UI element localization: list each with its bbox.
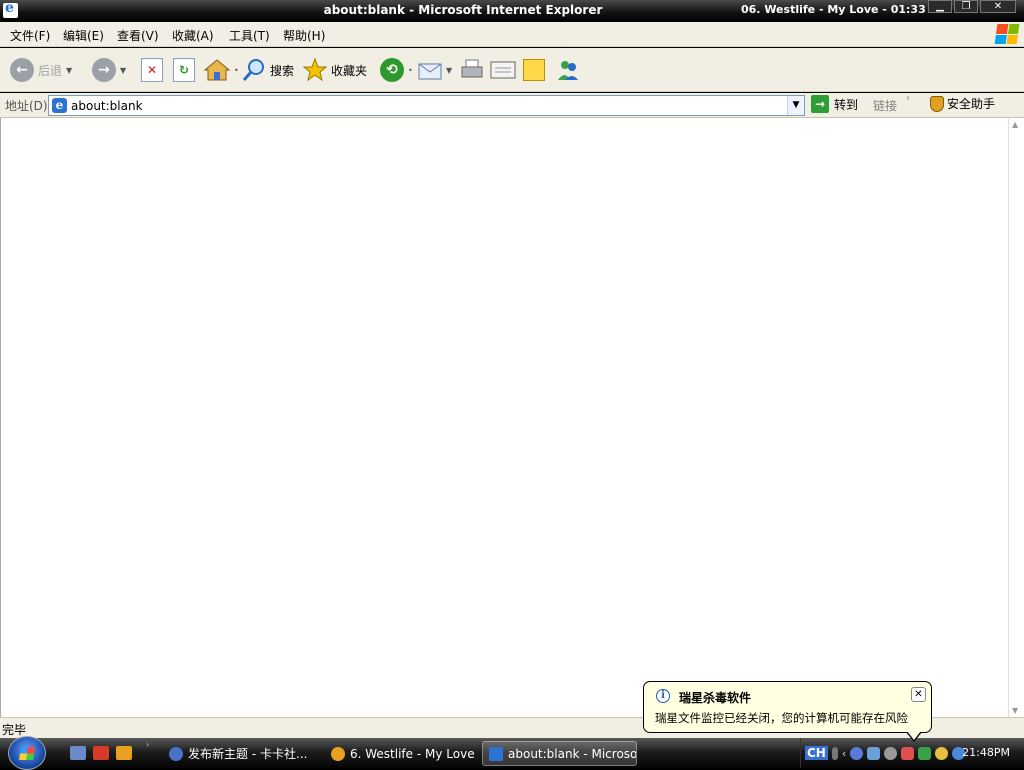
edit-page-icon (490, 61, 516, 79)
close-icon[interactable]: ✕ (980, 0, 1016, 13)
antivirus-icon[interactable] (918, 746, 932, 760)
quicklaunch-player-icon[interactable] (116, 746, 132, 760)
refresh-button[interactable]: ↻ (173, 56, 195, 84)
back-arrow-icon: ← (10, 58, 34, 82)
stop-icon: ✕ (141, 58, 163, 82)
mail-button[interactable]: ▼ (418, 56, 452, 84)
balloon-message: 瑞星文件监控已经关闭，您的计算机可能存在风险 (655, 711, 908, 725)
menu-bar: 文件(F) 编辑(E) 查看(V) 收藏(A) 工具(T) 帮助(H) (0, 22, 1024, 47)
search-icon (242, 59, 264, 81)
chevron-down-icon[interactable]: ▼ (787, 96, 804, 115)
address-label: 地址(D) (5, 99, 48, 113)
menu-file[interactable]: 文件(F) (10, 27, 50, 44)
show-desktop-icon[interactable] (70, 746, 86, 760)
restore-icon[interactable]: ❐ (954, 0, 978, 13)
forward-arrow-icon: → (92, 58, 116, 82)
task-label: about:blank - Microsof... (508, 746, 637, 761)
standard-toolbar: ← 后退 ▼ → ▼ ✕ ↻ • 搜索 收藏夹 ⟲ • ▼ (0, 48, 1024, 92)
address-bar: 地址(D) e ▼ → 转到 链接 › 安全助手 (0, 93, 1024, 118)
language-indicator[interactable]: CH (805, 746, 828, 760)
favorites-label: 收藏夹 (331, 63, 368, 78)
messenger-button[interactable] (556, 56, 580, 84)
clock[interactable]: 21:48PM (962, 746, 1010, 759)
forward-button[interactable]: → ▼ (92, 56, 126, 84)
chevron-down-icon[interactable]: ▼ (120, 66, 126, 75)
chevron-down-icon[interactable]: ▼ (446, 66, 452, 75)
info-icon: i (656, 689, 670, 703)
back-button[interactable]: ← 后退 ▼ (10, 56, 72, 84)
close-icon[interactable]: ✕ (911, 687, 926, 702)
back-label: 后退 (38, 63, 63, 78)
vertical-scrollbar[interactable]: ▲ ▼ (1008, 118, 1024, 717)
quicklaunch-app-icon[interactable] (93, 746, 109, 760)
print-button[interactable] (460, 56, 484, 84)
note-icon (523, 59, 545, 81)
mail-icon (418, 63, 442, 80)
scroll-up-icon[interactable]: ▲ (1012, 120, 1018, 129)
safety-assistant-button[interactable]: 安全助手 (930, 95, 995, 112)
network-icon[interactable] (867, 746, 881, 760)
tray-icon[interactable] (935, 746, 949, 760)
minimize-icon[interactable]: ▁ (928, 0, 952, 13)
menu-edit[interactable]: 编辑(E) (63, 27, 104, 44)
favorites-button[interactable]: 收藏夹 (303, 56, 367, 84)
history-icon: ⟲ (380, 58, 404, 82)
menu-view[interactable]: 查看(V) (117, 27, 159, 44)
balloon-pointer (906, 731, 922, 742)
go-button[interactable]: → 转到 (811, 95, 858, 113)
browser-icon (169, 746, 183, 761)
search-label: 搜索 (270, 63, 295, 78)
stop-button[interactable]: ✕ (141, 56, 163, 84)
menu-favorites[interactable]: 收藏(A) (172, 27, 214, 44)
history-button[interactable]: ⟲ • (380, 56, 413, 84)
messenger-icon (558, 61, 578, 80)
page-content[interactable] (0, 118, 1008, 717)
discuss-button[interactable] (523, 56, 545, 84)
links-chevron-icon[interactable]: › (906, 93, 910, 104)
ie-icon (489, 746, 503, 761)
go-arrow-icon: → (811, 95, 829, 113)
home-icon (204, 59, 230, 81)
address-combobox[interactable]: e ▼ (48, 95, 805, 116)
edit-button[interactable] (490, 56, 516, 84)
windows-logo-icon (994, 24, 1020, 44)
taskbar-item[interactable]: 发布新主题 - 卡卡社... (163, 741, 319, 766)
go-label: 转到 (834, 97, 859, 112)
task-label: 6. Westlife - My Love ... (350, 746, 475, 761)
tray-icon[interactable] (831, 746, 838, 760)
page-icon: e (52, 98, 67, 113)
start-button[interactable] (8, 736, 46, 770)
taskbar-item[interactable]: 6. Westlife - My Love ... (325, 741, 475, 766)
quicklaunch-chevron-icon[interactable]: › (146, 740, 149, 749)
menu-help[interactable]: 帮助(H) (283, 27, 325, 44)
tray-icon[interactable] (850, 746, 864, 760)
task-label: 发布新主题 - 卡卡社... (188, 747, 308, 761)
taskbar-item-active[interactable]: about:blank - Microsof... (482, 741, 637, 766)
address-input[interactable] (71, 97, 781, 114)
tray-icon[interactable] (884, 746, 898, 760)
refresh-icon: ↻ (173, 58, 195, 82)
shield-icon (930, 95, 944, 112)
now-playing-title: 06. Westlife - My Love - 01:33 (741, 3, 926, 16)
search-button[interactable]: 搜索 (242, 56, 294, 84)
home-button[interactable]: • (204, 56, 239, 84)
scroll-down-icon[interactable]: ▼ (1012, 706, 1018, 715)
taskbar: › 发布新主题 - 卡卡社... 6. Westlife - My Love .… (0, 736, 1024, 770)
notification-balloon: i 瑞星杀毒软件 瑞星文件监控已经关闭，您的计算机可能存在风险 ✕ (643, 681, 932, 733)
menu-tools[interactable]: 工具(T) (229, 27, 270, 44)
links-toolbar[interactable]: 链接 (873, 97, 897, 114)
calendar-icon[interactable] (901, 746, 915, 760)
printer-icon (461, 59, 483, 78)
safety-label: 安全助手 (947, 97, 996, 111)
chevron-down-icon[interactable]: • (408, 66, 413, 75)
chevron-down-icon[interactable]: ▼ (66, 66, 72, 75)
tray-expand-icon[interactable]: ‹ (842, 747, 846, 760)
chevron-down-icon[interactable]: • (234, 66, 239, 75)
title-bar: about:blank - Microsoft Internet Explore… (0, 0, 1024, 22)
player-icon (331, 746, 345, 761)
balloon-title: 瑞星杀毒软件 (679, 691, 752, 705)
star-icon (303, 58, 327, 82)
